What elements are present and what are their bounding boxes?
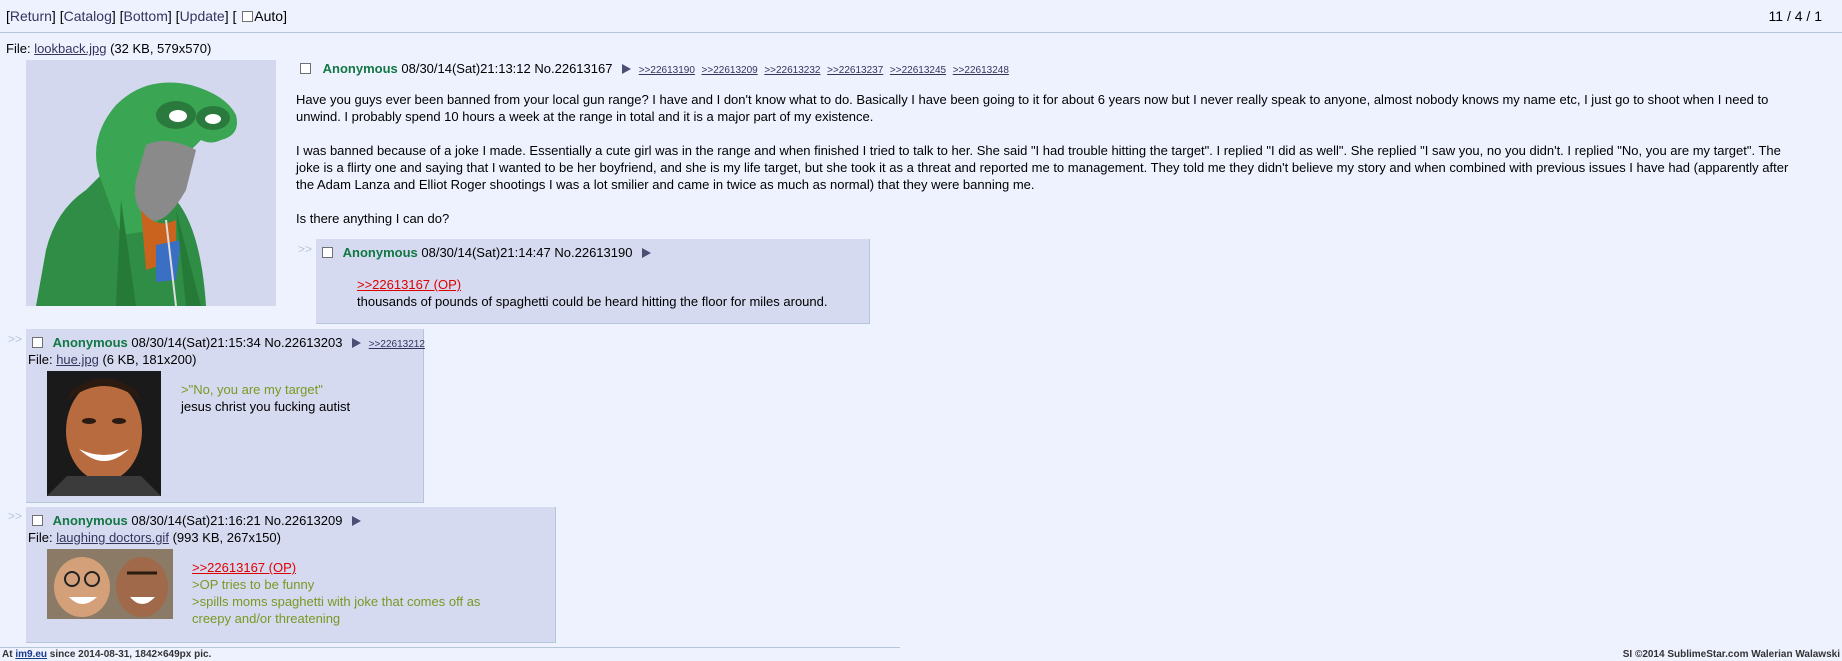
op-paragraph: Is there anything I can do? <box>296 211 450 226</box>
reply-side-arrows: >> <box>298 242 313 256</box>
greentext-line: creepy and/or threatening <box>192 611 341 626</box>
reply-file-link[interactable]: laughing doctors.gif <box>56 530 169 545</box>
host-link[interactable]: im9.eu <box>15 649 47 660</box>
backlink[interactable]: >>22613237 <box>827 65 883 76</box>
op-file-meta: (32 KB, 579x570) <box>110 41 212 56</box>
post-datetime: 08/30/14(Sat)21:13:12 <box>401 61 531 76</box>
image-host-footer: At im9.eu since 2014-08-31, 1842×649px p… <box>0 647 1842 661</box>
catalog-link[interactable]: Catalog <box>64 8 112 24</box>
footer-suffix: since 2014-08-31, 1842×649px pic. <box>47 649 212 660</box>
reply-select-checkbox[interactable] <box>32 515 43 526</box>
op-image[interactable] <box>26 60 276 306</box>
page-count: 11 / 4 / 1 <box>1768 8 1822 24</box>
post-number[interactable]: No.22613190 <box>554 245 632 260</box>
reply-message: >>22613167 (OP) >OP tries to be funny >s… <box>192 559 532 627</box>
post-number[interactable]: No.22613209 <box>264 513 342 528</box>
poster-name: Anonymous <box>52 513 128 528</box>
op-paragraph: Have you guys ever been banned from your… <box>296 92 1769 124</box>
backlink[interactable]: >>22613232 <box>764 65 820 76</box>
greentext-line: >"No, you are my target" <box>181 382 323 397</box>
post-menu-arrow-icon[interactable] <box>642 248 652 258</box>
post-number[interactable]: No.22613203 <box>264 335 342 350</box>
auto-update-checkbox[interactable] <box>242 11 254 22</box>
reply-select-checkbox[interactable] <box>322 247 333 258</box>
update-link[interactable]: Update <box>180 8 225 24</box>
post-datetime: 08/30/14(Sat)21:14:47 <box>421 245 551 260</box>
backlink[interactable]: >>22613190 <box>639 65 695 76</box>
reply-message: >>22613167 (OP) thousands of pounds of s… <box>357 276 857 310</box>
reply-image[interactable] <box>47 371 161 496</box>
poster-name: Anonymous <box>322 61 398 76</box>
reply-text: thousands of pounds of spaghetti could b… <box>357 294 828 309</box>
reply-select-checkbox[interactable] <box>32 337 43 348</box>
reply-side-arrows: >> <box>8 332 23 346</box>
reply-post: Anonymous 08/30/14(Sat)21:15:34 No.22613… <box>26 329 425 503</box>
op-file-link[interactable]: lookback.jpg <box>34 41 106 56</box>
reply-header: Anonymous 08/30/14(Sat)21:16:21 No.22613… <box>32 513 365 528</box>
quote-link[interactable]: >>22613167 (OP) <box>192 560 296 575</box>
reply-file-meta: (6 KB, 181x200) <box>102 352 197 367</box>
footer-left: At im9.eu since 2014-08-31, 1842×649px p… <box>2 649 211 660</box>
reply-header: Anonymous 08/30/14(Sat)21:15:34 No.22613… <box>32 335 428 350</box>
op-paragraph: I was banned because of a joke I made. E… <box>296 143 1789 192</box>
reply-file-meta: (993 KB, 267x150) <box>172 530 281 545</box>
post-menu-arrow-icon[interactable] <box>352 516 362 526</box>
top-navigation: [Return] [Catalog] [Bottom] [Update] [ A… <box>6 8 287 24</box>
reply-file-link[interactable]: hue.jpg <box>56 352 99 367</box>
reply-side-arrows: >> <box>8 509 23 523</box>
op-post-header: Anonymous 08/30/14(Sat)21:13:12 No.22613… <box>300 61 1012 76</box>
auto-label: Auto <box>254 8 284 24</box>
reply-file-info: File: hue.jpg (6 KB, 181x200) <box>28 352 196 367</box>
op-backlinks: >>22613190 >>22613209 >>22613232 >>22613… <box>639 61 1012 76</box>
post-number[interactable]: No.22613167 <box>534 61 612 76</box>
reply-post: Anonymous 08/30/14(Sat)21:16:21 No.22613… <box>26 507 556 643</box>
reply-header: Anonymous 08/30/14(Sat)21:14:47 No.22613… <box>322 245 655 260</box>
reply-post: Anonymous 08/30/14(Sat)21:14:47 No.22613… <box>316 239 870 324</box>
reply-file-info: File: laughing doctors.gif (993 KB, 267x… <box>28 530 281 545</box>
backlink[interactable]: >>22613245 <box>890 65 946 76</box>
quote-link[interactable]: >>22613167 (OP) <box>357 277 461 292</box>
post-menu-arrow-icon[interactable] <box>352 338 362 348</box>
bottom-link[interactable]: Bottom <box>124 8 168 24</box>
post-datetime: 08/30/14(Sat)21:16:21 <box>131 513 261 528</box>
op-message: Have you guys ever been banned from your… <box>296 91 1806 244</box>
post-datetime: 08/30/14(Sat)21:15:34 <box>131 335 261 350</box>
greentext-line: >OP tries to be funny <box>192 577 315 592</box>
reply-image[interactable] <box>47 549 173 619</box>
poster-name: Anonymous <box>342 245 418 260</box>
backlink[interactable]: >>22613212 <box>369 339 425 350</box>
post-menu-arrow-icon[interactable] <box>622 64 632 74</box>
footer-prefix: At <box>2 649 16 660</box>
reply-text: jesus christ you fucking autist <box>181 399 351 414</box>
backlink[interactable]: >>22613209 <box>702 65 758 76</box>
reply-message: >"No, you are my target" jesus christ yo… <box>181 381 411 415</box>
file-label: File: <box>6 41 31 56</box>
op-file-info: File: lookback.jpg (32 KB, 579x570) <box>6 41 211 56</box>
poster-name: Anonymous <box>52 335 128 350</box>
op-select-checkbox[interactable] <box>300 63 311 74</box>
backlink[interactable]: >>22613248 <box>953 65 1009 76</box>
footer-divider <box>0 647 900 648</box>
file-label: File: <box>28 352 53 367</box>
top-divider <box>0 32 1842 33</box>
greentext-line: >spills moms spaghetti with joke that co… <box>192 594 481 609</box>
footer-right: SI ©2014 SublimeStar.com Walerian Walaws… <box>1622 649 1840 660</box>
return-link[interactable]: Return <box>10 8 52 24</box>
file-label: File: <box>28 530 53 545</box>
